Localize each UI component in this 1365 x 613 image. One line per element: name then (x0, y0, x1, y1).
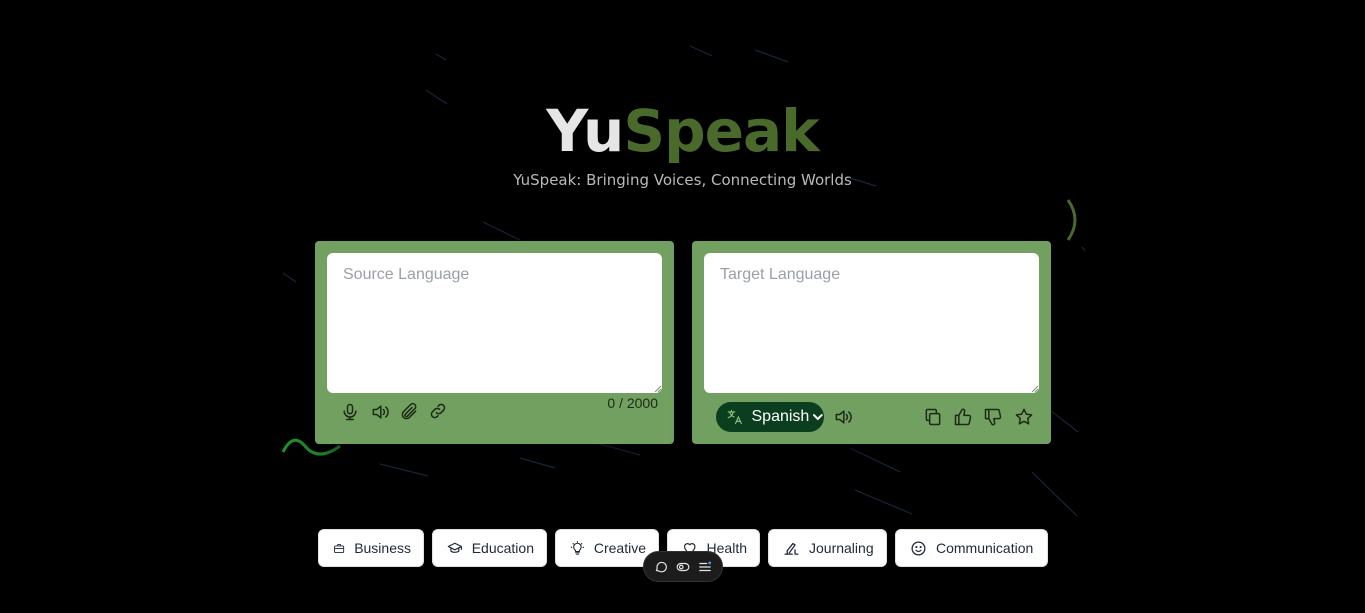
category-label: Education (471, 540, 534, 556)
speak-target-button[interactable] (831, 405, 855, 429)
thumbs-down-button[interactable] (981, 405, 1005, 429)
link-icon (430, 403, 446, 419)
lightbulb-icon (570, 540, 585, 555)
toggle-button[interactable] (675, 559, 691, 575)
category-communication[interactable]: Communication (895, 529, 1048, 567)
pen-icon (784, 542, 799, 555)
tagline: YuSpeak: Bringing Voices, Connecting Wor… (513, 171, 852, 189)
category-journaling[interactable]: Journaling (768, 529, 887, 567)
favorite-button[interactable] (1012, 405, 1036, 429)
brand-part-yu: Yu (546, 97, 624, 165)
menu-icon (699, 560, 712, 571)
speaker-icon (835, 410, 852, 424)
attach-file-button[interactable] (397, 400, 421, 424)
character-counter: 0 / 2000 (607, 395, 658, 411)
star-icon (1015, 408, 1033, 425)
resize-grip-icon[interactable] (1030, 384, 1039, 393)
selected-language-label: Spanish (751, 408, 810, 425)
smile-icon (911, 540, 926, 556)
thumbs-down-icon (984, 408, 1002, 426)
category-label: Communication (936, 540, 1034, 556)
copy-icon (925, 408, 941, 426)
graduation-cap-icon (447, 542, 462, 553)
menu-button[interactable] (697, 559, 713, 575)
translate-icon (727, 409, 742, 425)
thumbs-up-button[interactable] (951, 405, 975, 429)
category-label: Creative (593, 540, 646, 556)
brand-part-speak: Speak (623, 97, 819, 165)
paperclip-icon (401, 402, 417, 420)
category-label: Journaling (809, 540, 874, 556)
chat-bubble-icon (655, 561, 667, 572)
target-language-select[interactable]: Spanish (716, 402, 824, 432)
category-label: Business (354, 540, 411, 556)
toggle-icon (676, 562, 690, 571)
chevron-down-icon (813, 414, 824, 421)
link-button[interactable] (426, 399, 450, 423)
target-panel: Spanish (692, 241, 1051, 444)
chat-button[interactable] (653, 559, 669, 575)
source-text-input[interactable] (327, 253, 662, 393)
speaker-icon (372, 405, 389, 419)
speak-source-button[interactable] (368, 400, 392, 424)
app-logo: YuSpeak (0, 96, 1365, 166)
thumbs-up-icon (954, 408, 972, 426)
target-text-output[interactable] (704, 253, 1039, 393)
source-panel: 0 / 2000 (315, 241, 674, 444)
floating-toolbar (643, 551, 723, 582)
copy-button[interactable] (921, 405, 945, 429)
resize-grip-icon[interactable] (653, 384, 662, 393)
microphone-button[interactable] (338, 400, 362, 424)
category-education[interactable]: Education (432, 529, 547, 567)
background-streaks (281, 45, 1086, 517)
briefcase-icon (334, 543, 345, 553)
microphone-icon (343, 403, 357, 421)
category-business[interactable]: Business (318, 529, 424, 567)
